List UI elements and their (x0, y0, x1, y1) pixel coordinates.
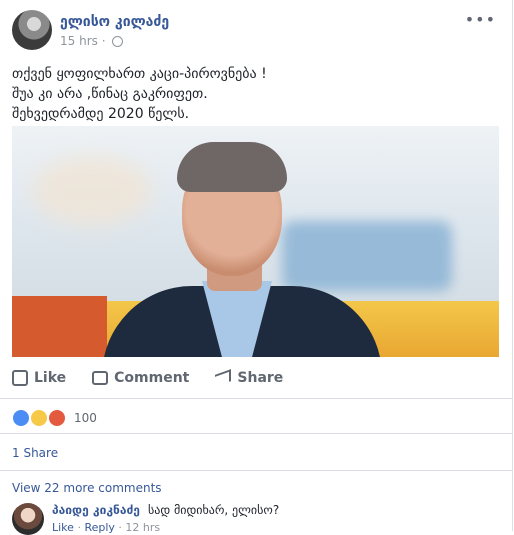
comment-button[interactable]: Comment (92, 370, 189, 386)
author-avatar[interactable] (12, 10, 52, 50)
comment-time: 12 hrs (125, 521, 161, 534)
view-more-comments-link[interactable]: View 22 more comments (12, 481, 162, 495)
more-options-icon[interactable]: ••• (465, 10, 496, 29)
post-text-line: თქვენ ყოფილხართ კაცი-პიროვნება ! (12, 66, 267, 82)
divider (0, 433, 512, 434)
share-button[interactable]: Share (215, 369, 284, 387)
divider (0, 398, 512, 399)
like-label: Like (34, 370, 67, 386)
comment-label: Comment (114, 370, 190, 386)
reactions-count: 100 (74, 411, 97, 425)
comment-reply-link[interactable]: Reply (84, 521, 114, 534)
share-label: Share (237, 370, 284, 386)
photo-sofa-arm (12, 296, 107, 357)
post-card: ელისო კილაძე 15 hrs · ••• თქვენ ყოფილხარ… (0, 0, 513, 535)
photo-hair (177, 142, 287, 192)
photo-background-window (282, 221, 452, 291)
thumbs-up-icon (12, 370, 28, 386)
post-actions-bar: Like Comment Share (12, 362, 502, 394)
post-text: თქვენ ყოფილხართ კაცი-პიროვნება ! შუა კი … (12, 64, 267, 124)
reactions-summary[interactable]: 100 (12, 409, 97, 427)
post-text-line: შუა კი არა ,წინაც გაკრიფეთ. (12, 86, 208, 102)
author-name[interactable]: ელისო კილაძე (60, 14, 169, 30)
like-button[interactable]: Like (12, 370, 66, 386)
commenter-name[interactable]: პაიდე კიკნაძე (52, 503, 140, 517)
haha-reaction-icon (30, 409, 48, 427)
comment-like-link[interactable]: Like (52, 521, 74, 534)
shares-count[interactable]: 1 Share (12, 446, 58, 460)
commenter-avatar[interactable] (12, 503, 44, 535)
post-meta: 15 hrs · (60, 34, 123, 48)
speech-bubble-icon (92, 371, 109, 385)
post-timestamp[interactable]: 15 hrs · (60, 34, 106, 48)
like-reaction-icon (12, 409, 30, 427)
divider (0, 470, 512, 471)
photo-background-light (32, 156, 152, 226)
share-arrow-icon (215, 369, 232, 387)
comment-text: სად მიდიხარ, ელისო? (148, 503, 280, 517)
angry-reaction-icon (48, 409, 66, 427)
post-photo[interactable] (12, 126, 499, 357)
comment-meta: Like · Reply · 12 hrs (52, 521, 160, 534)
comment-item: პაიდე კიკნაძე სად მიდიხარ, ელისო? Like ·… (12, 503, 502, 535)
post-text-line: შეხვედრამდე 2020 წელს. (12, 106, 190, 122)
post-header: ელისო კილაძე 15 hrs · ••• (12, 10, 502, 54)
public-globe-icon (111, 35, 123, 47)
